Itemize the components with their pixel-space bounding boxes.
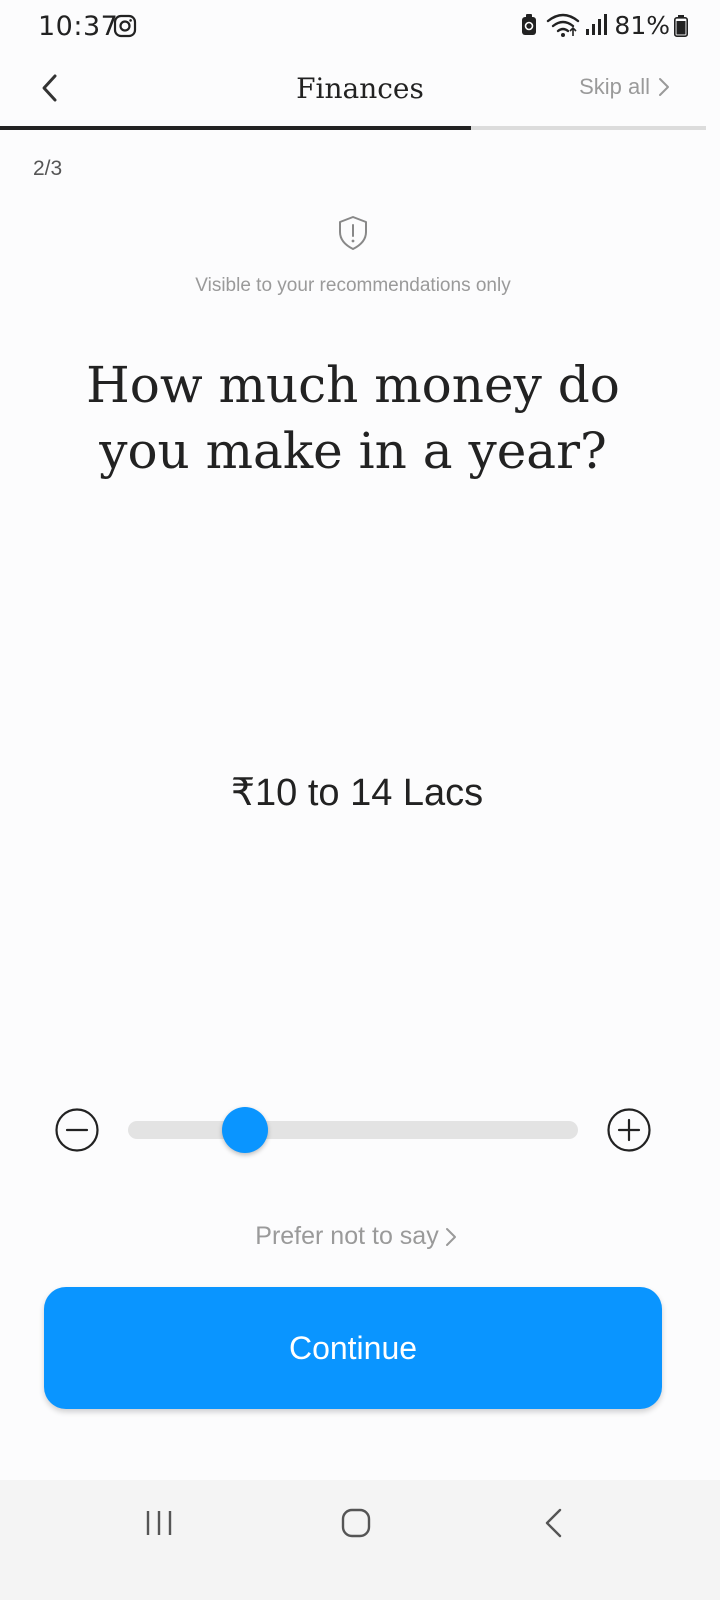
shield-alert-icon bbox=[339, 216, 367, 250]
instagram-icon bbox=[113, 14, 137, 38]
battery-icon bbox=[674, 15, 688, 37]
wifi-icon bbox=[547, 13, 580, 37]
step-counter: 2/3 bbox=[33, 157, 63, 180]
chevron-right-icon bbox=[659, 78, 669, 96]
status-bar: 10:37 81% bbox=[0, 0, 720, 52]
prefer-not-to-say-link[interactable]: Prefer not to say bbox=[0, 1222, 712, 1251]
status-icons: 81% bbox=[520, 9, 670, 41]
question-heading: How much money do you make in a year? bbox=[86, 356, 620, 480]
system-nav-bar bbox=[0, 1480, 720, 1600]
progress-bar bbox=[0, 126, 706, 130]
skip-all-label: Skip all bbox=[579, 74, 650, 99]
battery-percent: 81% bbox=[614, 10, 670, 40]
progress-fill bbox=[0, 126, 471, 130]
skip-all-button[interactable]: Skip all bbox=[579, 74, 670, 100]
decrease-button[interactable] bbox=[55, 1108, 99, 1152]
slider-thumb[interactable] bbox=[222, 1107, 268, 1153]
signal-icon bbox=[586, 14, 608, 35]
recents-icon[interactable] bbox=[144, 1508, 174, 1538]
visibility-note: Visible to your recommendations only bbox=[195, 275, 511, 296]
nav-back-icon[interactable] bbox=[542, 1507, 566, 1539]
prefer-not-label: Prefer not to say bbox=[255, 1222, 439, 1250]
header: Finances Skip all bbox=[0, 52, 720, 128]
income-slider[interactable] bbox=[128, 1107, 578, 1153]
battery-saver-icon bbox=[522, 14, 537, 35]
chevron-right-icon bbox=[445, 1227, 456, 1246]
continue-button[interactable]: Continue bbox=[44, 1287, 662, 1409]
home-icon[interactable] bbox=[340, 1507, 372, 1539]
finances-screen: 10:37 81% Finances Skip all 2/3 Visible … bbox=[0, 0, 720, 1600]
increase-button[interactable] bbox=[607, 1108, 651, 1152]
status-time: 10:37 bbox=[38, 11, 119, 42]
income-value: ₹10 to 14 Lacs bbox=[230, 772, 484, 814]
